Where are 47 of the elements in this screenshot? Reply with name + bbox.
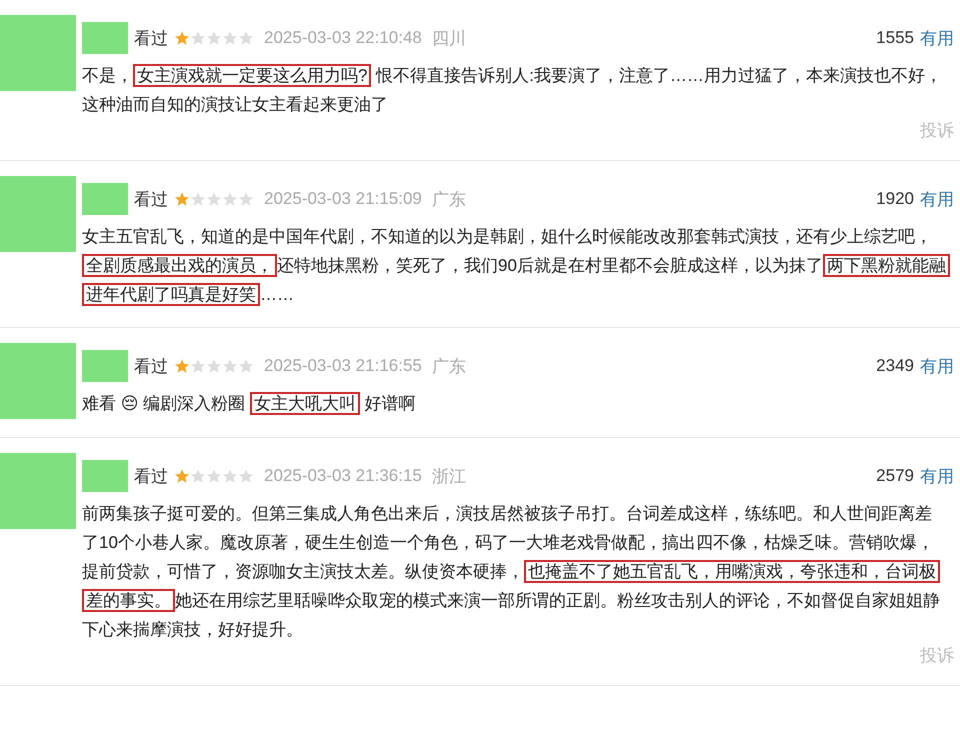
review-region: 广东 — [432, 356, 466, 378]
watched-label: 看过 — [134, 28, 168, 50]
vote-count: 2579 — [876, 466, 914, 486]
watched-label: 看过 — [134, 356, 168, 378]
review-time: 2025-03-03 21:16:55 — [264, 356, 422, 376]
star-icon — [174, 191, 190, 207]
star-icon — [190, 30, 206, 46]
useful-link[interactable]: 有用 — [920, 188, 954, 210]
star-icon — [222, 468, 238, 484]
review-region: 四川 — [432, 28, 466, 50]
useful-link[interactable]: 有用 — [920, 354, 954, 378]
star-icon — [190, 468, 206, 484]
star-icon — [222, 191, 238, 207]
vote-count: 1920 — [876, 189, 914, 209]
star-icon — [190, 191, 206, 207]
star-icon — [238, 30, 254, 46]
review-time: 2025-03-03 22:10:48 — [264, 28, 422, 48]
star-icon — [238, 358, 254, 374]
name-redaction — [82, 350, 128, 382]
useful-link[interactable]: 有用 — [920, 464, 954, 488]
review-text: 前两集孩子挺可爱的。但第三集成人角色出来后，演技居然被孩子吊打。台词差成这样，练练吧。和人世间距离差了10个小巷人家。魔改原著，硬生生创造一个角色，码了一大堆老戏骨做配，搞出四不像，枯燥乏味。营销吹爆，提前贷款，可惜了，资源咖女主演技太差。纵使资本硬捧， 也掩盖不了她五官乱飞，用嘴演戏，夸张违和，台词极差的事实。 她还在用综艺里聒噪哗众取宠的模式来演一部所谓的正剧。粉丝攻击别人的评论，不如督促自家姐姐静下心来揣摩演技，好好提升。 — [82, 503, 941, 641]
star-icon — [174, 468, 190, 484]
vote-count: 1555 — [876, 28, 914, 48]
review-text: 难看 😔 编剧深入粉圈 女主大吼大叫 好谱啊 — [82, 391, 417, 417]
star-icon — [190, 358, 206, 374]
useful-link[interactable]: 有用 — [920, 26, 954, 50]
vote-count: 2349 — [876, 356, 914, 376]
star-icon — [238, 191, 254, 207]
star-icon — [174, 30, 190, 46]
star-icon — [206, 468, 222, 484]
star-icon — [174, 358, 190, 374]
name-redaction — [82, 183, 128, 215]
name-redaction — [82, 22, 128, 54]
review-text: 不是， 女主演戏就一定要这么用力吗? 恨不得直接告诉别人:我要演了，注意了……用力过猛了，本来演技也不好，这种油而自知的演技让女主看起来更油了 — [82, 63, 943, 116]
review-region: 广东 — [432, 188, 466, 210]
star-icon — [222, 358, 238, 374]
star-icon — [238, 468, 254, 484]
star-icon — [206, 30, 222, 46]
star-icon — [206, 191, 222, 207]
review-time: 2025-03-03 21:36:15 — [264, 466, 422, 486]
star-icon — [206, 358, 222, 374]
name-redaction — [82, 460, 128, 492]
watched-label: 看过 — [134, 188, 168, 210]
star-icon — [222, 30, 238, 46]
review-time: 2025-03-03 21:15:09 — [264, 189, 422, 209]
review-region: 浙江 — [432, 466, 466, 488]
watched-label: 看过 — [134, 466, 168, 488]
